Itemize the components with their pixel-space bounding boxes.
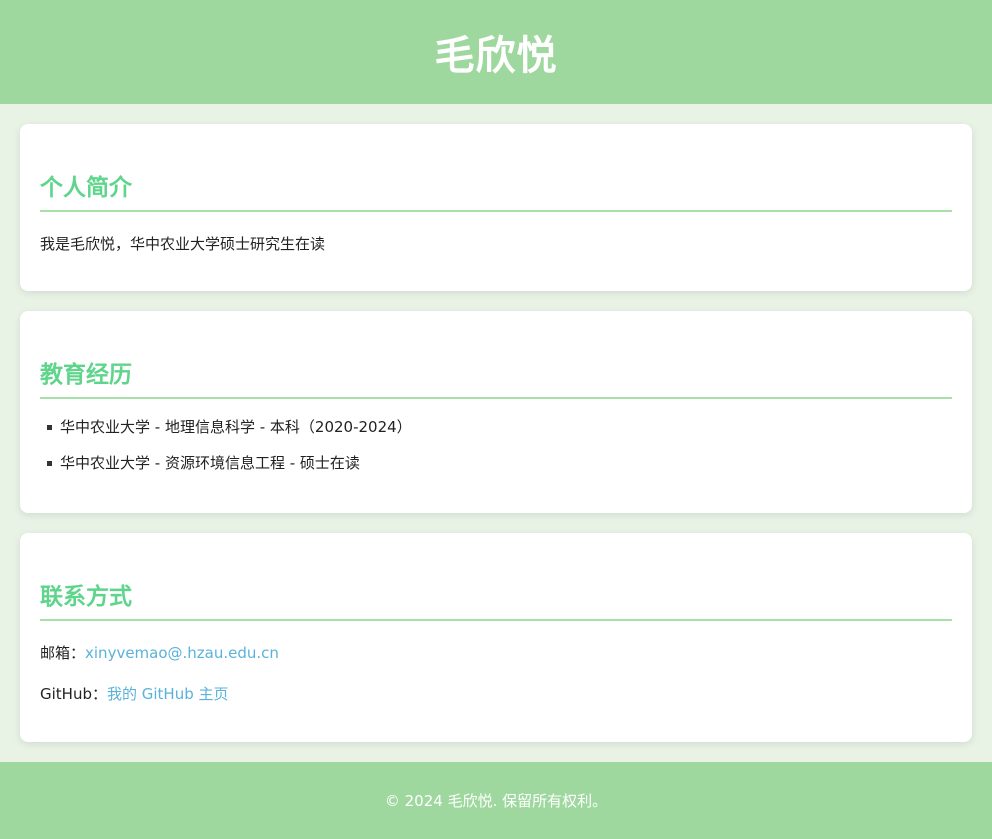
education-heading: 教育经历 [40, 355, 952, 399]
education-item: 华中农业大学 - 地理信息科学 - 本科（2020-2024） [47, 417, 952, 437]
page-footer: © 2024 毛欣悦. 保留所有权利。 [0, 762, 992, 839]
contact-heading: 联系方式 [40, 577, 952, 621]
education-item-text: 华中农业大学 - 地理信息科学 - 本科（2020-2024） [60, 418, 412, 436]
education-section: 教育经历 华中农业大学 - 地理信息科学 - 本科（2020-2024） 华中农… [20, 311, 972, 513]
email-line: 邮箱：xinyvemao@.hzau.edu.cn [40, 643, 952, 663]
github-line: GitHub：我的 GitHub 主页 [40, 684, 952, 704]
contact-section: 联系方式 邮箱：xinyvemao@.hzau.edu.cn GitHub：我的… [20, 533, 972, 742]
github-link[interactable]: 我的 GitHub 主页 [107, 685, 229, 703]
about-text: 我是毛欣悦，华中农业大学硕士研究生在读 [40, 235, 326, 253]
education-item-text: 华中农业大学 - 资源环境信息工程 - 硕士在读 [60, 454, 360, 472]
github-label: GitHub： [40, 685, 107, 703]
page-title: 毛欣悦 [434, 33, 558, 79]
about-section: 个人简介 我是毛欣悦，华中农业大学硕士研究生在读 [20, 124, 972, 291]
email-label: 邮箱： [40, 644, 86, 662]
education-item: 华中农业大学 - 资源环境信息工程 - 硕士在读 [47, 453, 952, 473]
bullet-icon [47, 460, 52, 466]
education-list: 华中农业大学 - 地理信息科学 - 本科（2020-2024） 华中农业大学 -… [40, 417, 952, 473]
email-link[interactable]: xinyvemao@.hzau.edu.cn [85, 644, 279, 662]
page-header: 毛欣悦 [0, 0, 992, 104]
about-heading: 个人简介 [40, 168, 952, 212]
bullet-icon [47, 424, 52, 430]
copyright-text: © 2024 毛欣悦. 保留所有权利。 [384, 792, 608, 810]
main-content: 个人简介 我是毛欣悦，华中农业大学硕士研究生在读 教育经历 华中农业大学 - 地… [0, 104, 992, 742]
